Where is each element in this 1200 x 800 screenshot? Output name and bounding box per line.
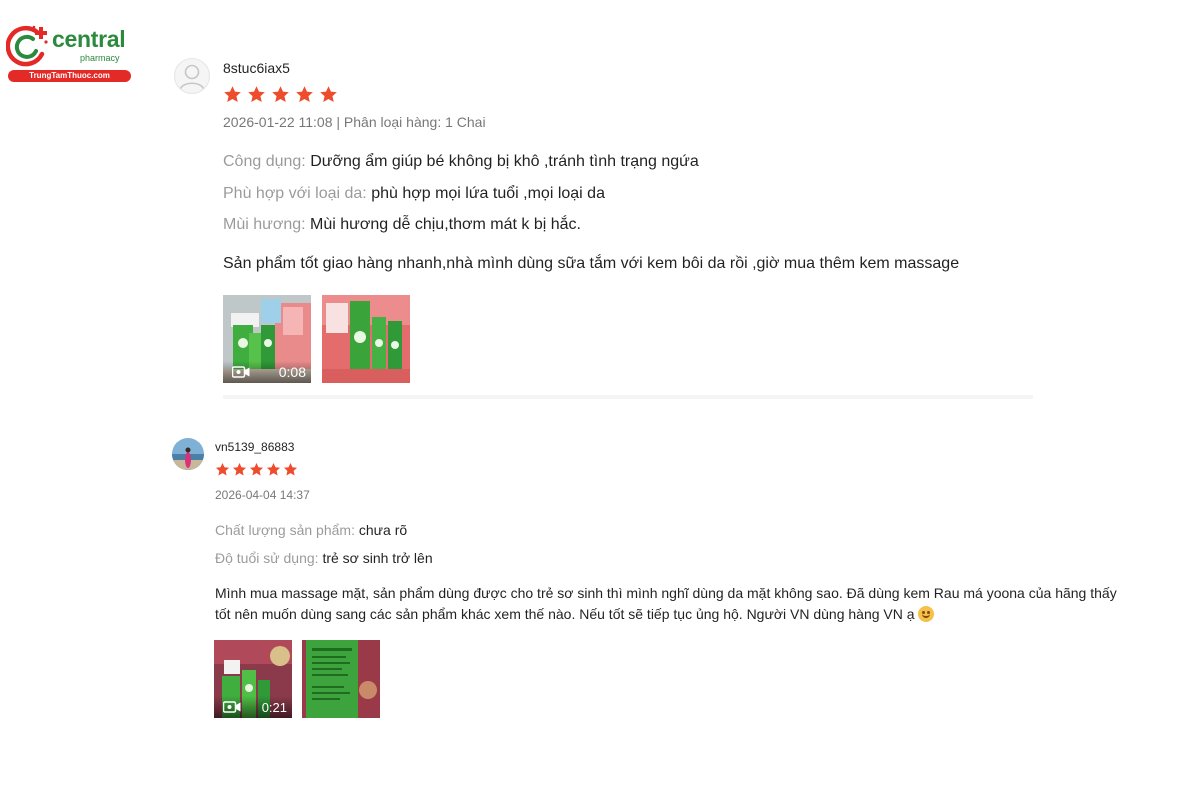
review-username[interactable]: 8stuc6iax5	[223, 60, 290, 76]
attribute-label: Chất lượng sản phẩm:	[215, 522, 355, 538]
attribute-label: Phù hợp với loại da:	[223, 185, 367, 202]
review-attribute: Phù hợp với loại da: phù hợp mọi lứa tuổ…	[223, 185, 605, 203]
review-username[interactable]: vn5139_86883	[215, 440, 294, 454]
star-icon	[248, 86, 265, 103]
attribute-value: Mùi hương dễ chịu,thơm mát k bị hắc.	[310, 216, 581, 233]
attribute-value: chưa rõ	[358, 522, 408, 538]
logo-tagline: TrungTamThuoc.com	[8, 70, 131, 82]
review-image-thumbnail[interactable]	[322, 295, 410, 383]
star-icon	[249, 462, 264, 476]
review-divider	[223, 395, 1033, 399]
review-attribute: Công dụng: Dưỡng ẩm giúp bé không bị khô…	[223, 153, 699, 171]
smiling-face-emoji-icon	[918, 606, 935, 622]
rating-stars	[215, 462, 298, 477]
central-pharmacy-logo[interactable]: central pharmacy TrungTamThuoc.com	[6, 22, 131, 82]
review-attribute: Chất lượng sản phẩm: chưa rõ	[215, 522, 407, 538]
default-avatar-icon[interactable]	[174, 58, 210, 94]
review-meta: 2026-01-22 11:08 | Phân loại hàng: 1 Cha…	[223, 114, 486, 130]
avatar-photo	[172, 438, 204, 470]
attribute-value: phù hợp mọi lứa tuổi ,mọi loại da	[371, 185, 605, 202]
star-icon	[224, 86, 241, 103]
reviews-page: central pharmacy TrungTamThuoc.com 8stuc…	[0, 0, 1200, 800]
video-duration: 0:08	[278, 364, 306, 380]
attribute-value: Dưỡng ẩm giúp bé không bị khô ,tránh tìn…	[310, 153, 699, 170]
review-attribute: Mùi hương: Mùi hương dễ chịu,thơm mát k …	[223, 216, 581, 234]
attribute-label: Độ tuổi sử dụng:	[215, 550, 319, 566]
review-attribute: Độ tuổi sử dụng: trẻ sơ sinh trở lên	[215, 550, 433, 566]
star-icon	[296, 86, 313, 103]
product-photo	[322, 295, 410, 383]
user-photo-avatar[interactable]	[172, 438, 204, 470]
review-comment-text: Mình mua massage mặt, sản phẩm dùng được…	[215, 585, 1117, 622]
star-icon	[266, 462, 281, 476]
logo-subtitle: pharmacy	[80, 53, 120, 63]
user-silhouette-icon	[179, 64, 205, 91]
star-icon	[272, 86, 289, 103]
product-photo	[302, 640, 380, 718]
star-icon	[215, 462, 230, 476]
review-comment: Mình mua massage mặt, sản phẩm dùng được…	[215, 583, 1125, 625]
rating-stars	[223, 85, 338, 104]
review-comment: Sản phẩm tốt giao hàng nhanh,nhà mình dù…	[223, 255, 960, 272]
review-image-thumbnail[interactable]	[302, 640, 380, 718]
video-duration: 0:21	[261, 700, 287, 715]
attribute-value: trẻ sơ sinh trở lên	[322, 550, 433, 566]
star-icon	[283, 462, 298, 476]
video-camera-icon	[223, 701, 241, 713]
review-meta: 2026-04-04 14:37	[215, 488, 310, 502]
star-icon	[320, 86, 337, 103]
review-video-thumbnail[interactable]: 0:21	[214, 640, 292, 718]
video-camera-icon	[232, 366, 250, 378]
logo-wordmark: central	[52, 26, 126, 52]
attribute-label: Mùi hương:	[223, 216, 306, 233]
attribute-label: Công dụng:	[223, 153, 306, 170]
review-video-thumbnail[interactable]: 0:08	[223, 295, 311, 383]
pharmacy-cross-logo-icon	[6, 25, 48, 67]
star-icon	[232, 462, 247, 476]
